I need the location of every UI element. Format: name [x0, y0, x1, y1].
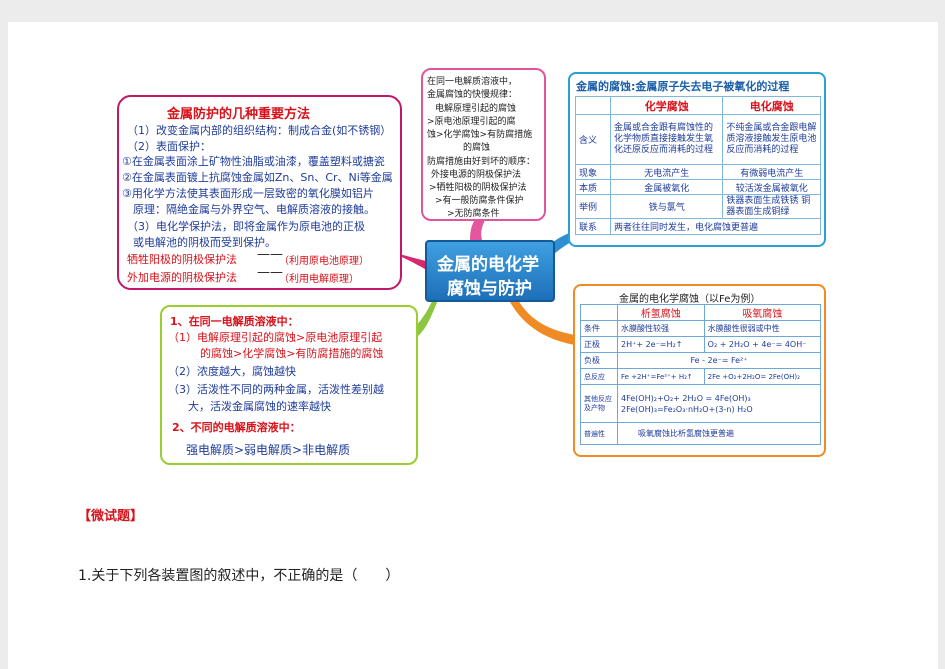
- header-hydrogen: 析氢腐蚀: [617, 304, 705, 321]
- table-row: 其他反应及产物 4Fe(OH)₂+O₂+ 2H₂O = 4Fe(OH)₃ 2Fe…: [580, 384, 821, 423]
- rules-box: 在同一电解质溶液中， 金属腐蚀的快慢规律： 电解原理引起的腐蚀 >原电池原理引起…: [421, 68, 546, 221]
- speed-line: 强电解质>弱电解质>非电解质: [186, 443, 351, 457]
- header-electrochemical: 电化腐蚀: [722, 96, 821, 115]
- table-cell: 较活泼金属被氧化: [722, 179, 821, 195]
- table-cell: 两者往往同时发生，电化腐蚀更普遍: [610, 218, 821, 235]
- table-cell: [580, 304, 618, 321]
- speed-title2: 2、不同的电解质溶液中：: [172, 421, 301, 434]
- row-label: 现象: [575, 164, 611, 180]
- table-cell: 2H⁺+ 2e⁻=H₂↑: [617, 336, 705, 353]
- table-row: 含义 金属或合金跟有腐蚀性的化学物质直接接触发生氧化还原反应而消耗的过程 不纯金…: [575, 114, 821, 165]
- speed-box: 1、在同一电解质溶液中： （1）电解原理引起的腐蚀>原电池原理引起 的腐蚀>化学…: [160, 305, 418, 465]
- protection-line: （3）电化学保护法，即将金属作为原电池的正极: [127, 220, 365, 233]
- table-row: 现象 无电流产生 有微弱电流产生: [575, 164, 821, 180]
- center-line2: 腐蚀与防护: [447, 279, 532, 299]
- table-cell: 无电流产生: [609, 164, 724, 180]
- other-reaction-1: 4Fe(OH)₂+O₂+ 2H₂O = 4Fe(OH)₃: [621, 393, 751, 403]
- corrosion-table: 化学腐蚀 电化腐蚀 含义 金属或合金跟有腐蚀性的化学物质直接接触发生氧化还原反应…: [575, 96, 821, 235]
- branch-to-fe: [510, 300, 575, 345]
- sacrificial-note: （利用原电池原理）: [279, 256, 369, 267]
- table-cell: 有微弱电流产生: [722, 164, 821, 180]
- rules-line: 的腐蚀: [463, 143, 491, 153]
- rules-line: >原电池原理引起的腐: [427, 117, 516, 127]
- row-label: 含义: [575, 114, 611, 165]
- rules-line: 防腐措施由好到坏的顺序：: [427, 157, 536, 167]
- table-row: 析氢腐蚀 吸氧腐蚀: [580, 304, 822, 321]
- table-cell: Fe +2H⁺=Fe²⁺+ H₂↑: [617, 368, 705, 385]
- table-cell: 金属被氧化: [609, 179, 724, 195]
- table-cell: 水膜酸性较强: [617, 320, 705, 337]
- sacrificial-anode-method: 牺牲阳极的阴极保护法: [127, 253, 237, 266]
- table-row: 举例 铁与氯气 铁器表面生成铁锈 铜器表面生成铜绿: [575, 194, 821, 219]
- table-cell: 不纯金属或合金跟电解质溶液接触发生原电池反应而消耗的过程: [722, 114, 821, 165]
- header-oxygen: 吸氧腐蚀: [703, 304, 822, 321]
- row-label: 联系: [575, 218, 611, 235]
- row-label: 负极: [580, 352, 618, 369]
- table-cell: 铁与氯气: [609, 194, 724, 219]
- protection-line: ③用化学方法使其表面形成一层致密的氧化膜如铝片: [122, 187, 374, 200]
- quiz-question: 1.关于下列各装置图的叙述中，不正确的是（ ）: [78, 568, 400, 584]
- speed-line: 大，活泼金属腐蚀的速率越快: [188, 400, 331, 413]
- protection-line: （2）表面保护：: [127, 140, 211, 153]
- table-cell: 吸氧腐蚀比析氢腐蚀更普遍: [617, 422, 821, 445]
- table-cell: 4Fe(OH)₂+O₂+ 2H₂O = 4Fe(OH)₃ 2Fe(OH)₃=Fe…: [617, 384, 821, 423]
- protection-line: ①在金属表面涂上矿物性油脂或油漆，覆盖塑料或搪瓷: [122, 155, 385, 168]
- table-cell: 水膜酸性很弱或中性: [703, 320, 822, 337]
- table-cell: O₂ + 2H₂O + 4e⁻= 4OH⁻: [703, 336, 822, 353]
- corrosion-title: 金属的腐蚀:金属原子失去电子被氧化的过程: [576, 80, 790, 93]
- row-label: 举例: [575, 194, 611, 219]
- row-label: 本质: [575, 179, 611, 195]
- rules-line: 在同一电解质溶液中，: [427, 77, 518, 87]
- rules-line: >牺牲阳极的阴极保护法: [429, 183, 527, 193]
- table-row: 条件 水膜酸性较强 水膜酸性很弱或中性: [580, 320, 822, 337]
- fe-table: 析氢腐蚀 吸氧腐蚀 条件 水膜酸性较强 水膜酸性很弱或中性 正极 2H⁺+ 2e…: [580, 304, 822, 445]
- rules-line: >无防腐条件: [447, 209, 500, 219]
- table-cell: 2Fe +O₂+2H₂O= 2Fe(OH)₂: [703, 368, 822, 385]
- table-cell: 金属或合金跟有腐蚀性的化学物质直接接触发生氧化还原反应而消耗的过程: [609, 114, 724, 165]
- rules-line: 外接电源的阴极保护法: [431, 170, 522, 180]
- speed-line: （1）电解原理引起的腐蚀>原电池原理引起: [168, 331, 383, 344]
- speed-line: （2）浓度越大，腐蚀越快: [168, 365, 296, 378]
- header-chemical: 化学腐蚀: [609, 96, 724, 115]
- center-line1: 金属的电化学: [437, 255, 539, 275]
- row-label: 其他反应及产物: [580, 384, 618, 423]
- table-row: 总反应 Fe +2H⁺=Fe²⁺+ H₂↑ 2Fe +O₂+2H₂O= 2Fe(…: [580, 368, 822, 385]
- protection-line: ②在金属表面镀上抗腐蚀金属如Zn、Sn、Cr、Ni等金属: [122, 171, 393, 184]
- speed-title1: 1、在同一电解质溶液中：: [170, 315, 299, 328]
- table-row: 化学腐蚀 电化腐蚀: [575, 96, 821, 115]
- center-topic: 金属的电化学 腐蚀与防护: [425, 240, 555, 302]
- protection-box: 金属防护的几种重要方法 （1）改变金属内部的组织结构：制成合金(如不锈钢） （2…: [117, 95, 402, 290]
- protection-line: 原理：隔绝金属与外界空气、电解质溶液的接触。: [133, 203, 375, 216]
- row-label: 条件: [580, 320, 618, 337]
- table-row: 普遍性 吸氧腐蚀比析氢腐蚀更普遍: [580, 422, 821, 445]
- row-label: 普遍性: [580, 422, 618, 445]
- table-row: 本质 金属被氧化 较活泼金属被氧化: [575, 179, 821, 195]
- corrosion-table-box: 金属的腐蚀:金属原子失去电子被氧化的过程 化学腐蚀 电化腐蚀 含义 金属或合金跟…: [568, 72, 826, 247]
- rules-line: 金属腐蚀的快慢规律：: [427, 90, 518, 100]
- table-row: 联系 两者往往同时发生，电化腐蚀更普遍: [575, 218, 821, 235]
- rules-line: 蚀>化学腐蚀>有防腐措施: [427, 130, 533, 140]
- table-cell: 铁器表面生成铁锈 铜器表面生成铜绿: [722, 194, 821, 219]
- protection-title: 金属防护的几种重要方法: [167, 107, 311, 122]
- fe-table-box: 金属的电化学腐蚀（以Fe为例） 析氢腐蚀 吸氧腐蚀 条件 水膜酸性较强 水膜酸性…: [573, 284, 826, 457]
- table-row: 负极 Fe - 2e⁻= Fe²⁺: [580, 352, 821, 369]
- external-current-method: 外加电源的阴极保护法: [127, 271, 237, 284]
- speed-line: （3）活泼性不同的两种金属，活泼性差别越: [168, 383, 384, 396]
- row-label: 总反应: [580, 368, 618, 385]
- protection-line: 或电解池的阴极而受到保护。: [133, 236, 276, 249]
- row-label: 正极: [580, 336, 618, 353]
- table-row: 正极 2H⁺+ 2e⁻=H₂↑ O₂ + 2H₂O + 4e⁻= 4OH⁻: [580, 336, 822, 353]
- protection-line: （1）改变金属内部的组织结构：制成合金(如不锈钢）: [127, 124, 392, 137]
- external-note: （利用电解原理）: [279, 274, 359, 285]
- fe-title: 金属的电化学腐蚀（以Fe为例）: [619, 294, 761, 305]
- quiz-tag: 【微试题】: [78, 509, 144, 524]
- rules-line: >有一般防腐条件保护: [435, 196, 524, 206]
- speed-line: 的腐蚀>化学腐蚀>有防腐措施的腐蚀: [200, 347, 384, 360]
- other-reaction-2: 2Fe(OH)₃=Fe₂O₃·nH₂O+(3-n) H₂O: [621, 404, 753, 414]
- table-cell: [575, 96, 611, 115]
- table-cell: Fe - 2e⁻= Fe²⁺: [617, 352, 821, 369]
- rules-line: 电解原理引起的腐蚀: [435, 104, 517, 114]
